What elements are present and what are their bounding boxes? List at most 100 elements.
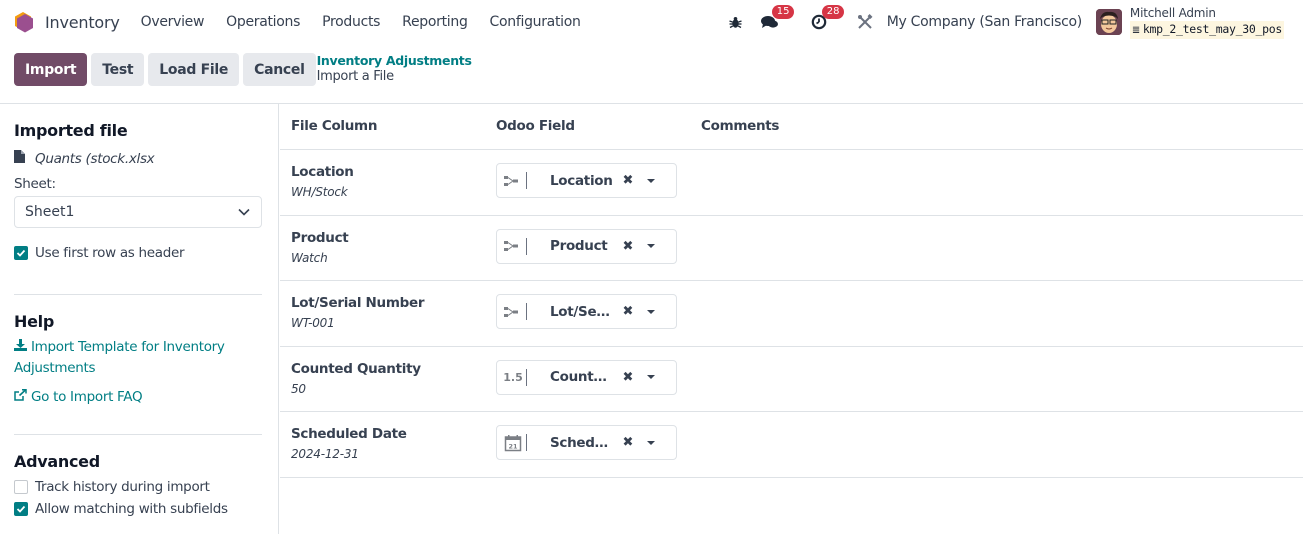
database-label: kmp_2_test_may_30_pos bbox=[1142, 21, 1282, 36]
caret-down-icon[interactable] bbox=[647, 244, 655, 248]
checkbox-checked-icon[interactable] bbox=[14, 246, 28, 260]
divider bbox=[14, 294, 262, 295]
odoo-field-value: Lot/Serial Number bbox=[550, 303, 614, 320]
imported-file-section: Imported file Quants (stock.xlsx Sheet: … bbox=[14, 121, 262, 261]
odoo-field-select[interactable]: 1.5 Counted Quantity ✖ bbox=[496, 359, 677, 395]
menu-reporting[interactable]: Reporting bbox=[402, 14, 468, 30]
chevron-down-icon bbox=[238, 204, 250, 220]
imported-file-title: Imported file bbox=[14, 121, 128, 140]
odoo-field-select[interactable]: Product ✖ bbox=[496, 228, 677, 264]
import-template-link[interactable]: Import Template for Inventory Adjustment… bbox=[14, 337, 262, 379]
activities-count-badge: 28 bbox=[821, 5, 845, 19]
sheet-label: Sheet: bbox=[14, 176, 56, 192]
file-icon bbox=[14, 150, 25, 167]
menu-configuration[interactable]: Configuration bbox=[490, 14, 581, 30]
caret-down-icon[interactable] bbox=[647, 178, 655, 183]
odoo-field-value: Product bbox=[550, 238, 608, 254]
caret-down-icon[interactable] bbox=[647, 440, 655, 445]
clear-field-icon[interactable]: ✖ bbox=[622, 304, 634, 319]
odoo-field-select[interactable]: Lot/Serial Number ✖ bbox=[496, 294, 677, 329]
odoo-field-select[interactable]: Location ✖ bbox=[496, 163, 677, 198]
user-menu[interactable]: Mitchell Admin ≣ kmp_2_test_may_30_pos bbox=[1095, 5, 1284, 39]
messages-button[interactable]: 15 bbox=[760, 5, 795, 30]
cancel-button[interactable]: Cancel bbox=[243, 53, 316, 86]
file-column-name: Location bbox=[291, 164, 354, 180]
calendar-icon: 21 bbox=[501, 434, 525, 452]
import-faq-link[interactable]: Go to Import FAQ bbox=[14, 387, 262, 408]
use-first-row-checkbox[interactable]: Use first row as header bbox=[14, 245, 262, 261]
menu-overview[interactable]: Overview bbox=[141, 14, 205, 30]
many2one-icon bbox=[501, 175, 525, 187]
inventory-logo-icon bbox=[14, 11, 34, 33]
imported-file-name: Quants (stock.xlsx bbox=[35, 150, 155, 167]
clear-field-icon[interactable]: ✖ bbox=[622, 370, 634, 385]
debug-bug-icon[interactable] bbox=[729, 15, 743, 29]
separator bbox=[526, 237, 527, 255]
breadcrumb: Inventory Adjustments Import a File bbox=[317, 53, 472, 85]
database-icon: ≣ bbox=[1131, 24, 1143, 36]
menu-operations[interactable]: Operations bbox=[226, 14, 300, 30]
sheet-select-value: Sheet1 bbox=[25, 204, 75, 220]
top-navbar: Inventory Overview Operations Products R… bbox=[0, 0, 1303, 44]
odoo-field-select[interactable]: 21 Scheduled Date ✖ bbox=[496, 425, 677, 460]
user-avatar bbox=[1095, 9, 1122, 35]
tools-icon[interactable] bbox=[857, 14, 873, 30]
help-section: Help Import Template for Inventory Adjus… bbox=[14, 312, 262, 408]
separator bbox=[526, 434, 527, 451]
help-title: Help bbox=[14, 312, 54, 331]
database-name: ≣ kmp_2_test_may_30_pos bbox=[1129, 20, 1284, 39]
file-column-name: Counted Quantity bbox=[291, 360, 421, 377]
import-sidebar: Imported file Quants (stock.xlsx Sheet: … bbox=[0, 104, 279, 534]
menu-products[interactable]: Products bbox=[322, 14, 380, 30]
app-name[interactable]: Inventory bbox=[45, 13, 120, 32]
import-template-label: Import Template for Inventory Adjustment… bbox=[14, 339, 225, 376]
header-comments: Comments bbox=[701, 118, 780, 134]
checkbox-checked-icon[interactable] bbox=[14, 502, 28, 516]
advanced-title: Advanced bbox=[14, 452, 100, 471]
divider bbox=[14, 434, 262, 435]
sheet-select[interactable]: Sheet1 bbox=[14, 196, 262, 228]
file-column-sample: WT-001 bbox=[291, 316, 335, 330]
company-switcher[interactable]: My Company (San Francisco) bbox=[887, 14, 1082, 30]
many2one-icon bbox=[501, 240, 525, 252]
odoo-field-value: Scheduled Date bbox=[550, 434, 614, 451]
app-brand[interactable]: Inventory bbox=[14, 11, 120, 33]
track-history-label: Track history during import bbox=[35, 479, 210, 495]
clear-field-icon[interactable]: ✖ bbox=[622, 435, 634, 450]
file-column-sample: WH/Stock bbox=[291, 185, 348, 199]
control-panel: Import Test Load File Cancel Inventory A… bbox=[14, 53, 472, 86]
file-column-name: Scheduled Date bbox=[291, 426, 407, 442]
messages-count-badge: 15 bbox=[771, 5, 795, 19]
systray: 15 28 My Company (San Francisco) Mitchel… bbox=[729, 0, 1303, 44]
track-history-checkbox[interactable]: Track history during import bbox=[14, 479, 262, 495]
table-row: Location WH/Stock Location ✖ bbox=[280, 150, 1303, 216]
allow-matching-checkbox[interactable]: Allow matching with subfields bbox=[14, 501, 262, 517]
user-name: Mitchell Admin bbox=[1129, 5, 1216, 20]
clear-field-icon[interactable]: ✖ bbox=[622, 173, 634, 188]
allow-matching-label: Allow matching with subfields bbox=[35, 501, 228, 517]
many2one-icon bbox=[501, 306, 525, 318]
load-file-button[interactable]: Load File bbox=[148, 53, 240, 86]
header-file-column: File Column bbox=[291, 118, 378, 134]
main-menu: Overview Operations Products Reporting C… bbox=[141, 14, 603, 30]
advanced-section: Advanced Track history during import All… bbox=[14, 452, 262, 517]
caret-down-icon[interactable] bbox=[647, 309, 655, 314]
odoo-field-value: Counted Quantity bbox=[550, 369, 614, 385]
separator bbox=[526, 303, 527, 320]
file-column-name: Lot/Serial Number bbox=[291, 295, 425, 311]
table-row: Counted Quantity 50 1.5 Counted Quantity… bbox=[280, 347, 1303, 412]
float-icon: 1.5 bbox=[503, 370, 523, 384]
caret-down-icon[interactable] bbox=[647, 375, 655, 379]
external-link-icon bbox=[14, 388, 31, 405]
test-button[interactable]: Test bbox=[91, 53, 145, 86]
file-column-name: Product bbox=[291, 229, 349, 246]
breadcrumb-inventory-adjustments[interactable]: Inventory Adjustments bbox=[317, 53, 472, 69]
import-button[interactable]: Import bbox=[14, 53, 88, 86]
checkbox-unchecked-icon[interactable] bbox=[14, 480, 28, 494]
activities-button[interactable]: 28 bbox=[811, 5, 845, 30]
breadcrumb-current: Import a File bbox=[316, 69, 395, 84]
download-icon bbox=[14, 339, 31, 355]
clear-field-icon[interactable]: ✖ bbox=[622, 239, 634, 254]
file-column-sample: Watch bbox=[291, 250, 328, 265]
file-column-sample: 50 bbox=[291, 381, 306, 396]
